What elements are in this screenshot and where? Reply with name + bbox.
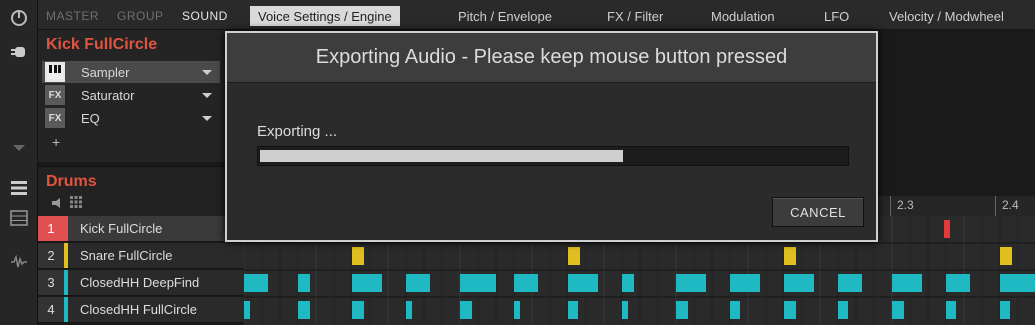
note	[568, 301, 578, 319]
sound-row[interactable]: 3 ClosedHH DeepFind	[38, 270, 244, 296]
note	[892, 301, 904, 319]
note	[676, 301, 688, 319]
note	[298, 301, 310, 319]
fx-icon: FX	[45, 85, 65, 105]
ruler-marker: 2.4	[995, 196, 1019, 216]
sound-row-name: Snare FullCircle	[80, 248, 173, 263]
chevron-down-icon[interactable]	[202, 115, 212, 121]
group-header: Drums	[38, 166, 244, 216]
keyboard-icon	[45, 62, 65, 82]
tab-master[interactable]: MASTER	[46, 9, 99, 23]
slot-saturator[interactable]: FX Saturator	[42, 84, 220, 106]
progress-bar	[257, 146, 849, 166]
note	[460, 301, 472, 319]
note	[406, 274, 430, 292]
tab-velocity-modwheel[interactable]: Velocity / Modwheel	[889, 9, 1004, 24]
note	[784, 247, 796, 265]
tab-lfo[interactable]: LFO	[824, 9, 849, 24]
export-dialog: Exporting Audio - Please keep mouse butt…	[225, 31, 878, 242]
sound-row-name: ClosedHH FullCircle	[80, 302, 198, 317]
tab-sound[interactable]: SOUND	[182, 9, 228, 23]
note	[460, 274, 496, 292]
chevron-down-icon[interactable]	[202, 92, 212, 98]
note	[838, 274, 862, 292]
note	[730, 301, 740, 319]
tab-pitch-envelope[interactable]: Pitch / Envelope	[458, 9, 552, 24]
sound-row[interactable]: 4 ClosedHH FullCircle	[38, 297, 244, 323]
note	[784, 274, 814, 292]
note	[622, 274, 634, 292]
sound-number: 3	[38, 270, 64, 295]
note	[1000, 301, 1010, 319]
slot-label: Sampler	[81, 64, 130, 80]
list-view-icon[interactable]	[8, 178, 30, 198]
note	[622, 301, 628, 319]
slot-label: Saturator	[81, 87, 135, 103]
add-slot-button[interactable]: +	[52, 134, 60, 150]
note	[838, 301, 848, 319]
grid-icon[interactable]	[70, 196, 82, 211]
note	[946, 274, 970, 292]
note	[946, 301, 956, 319]
note	[406, 301, 412, 319]
note	[352, 247, 364, 265]
sound-name[interactable]: Kick FullCircle	[46, 36, 157, 54]
note	[944, 220, 950, 238]
color-bar	[64, 297, 68, 322]
dialog-title: Exporting Audio - Please keep mouse butt…	[227, 33, 876, 83]
sound-number: 2	[38, 243, 64, 268]
note	[676, 274, 706, 292]
sound-panel: Kick FullCircle Sampler FX Saturator FX …	[38, 30, 230, 162]
chevron-down-icon[interactable]	[202, 69, 212, 75]
sound-row[interactable]: 2 Snare FullCircle	[38, 243, 244, 269]
sound-row-name: ClosedHH DeepFind	[80, 275, 200, 290]
progress-fill	[260, 150, 623, 162]
export-status: Exporting ...	[257, 123, 338, 140]
slot-eq[interactable]: FX EQ	[42, 107, 220, 129]
tab-group[interactable]: GROUP	[117, 9, 164, 23]
plugin-icon[interactable]	[8, 42, 30, 62]
slot-sampler[interactable]: Sampler	[42, 61, 220, 83]
speaker-icon[interactable]	[52, 197, 64, 211]
note	[514, 301, 520, 319]
note	[892, 274, 922, 292]
left-toolbar	[0, 0, 38, 325]
note	[352, 301, 364, 319]
note	[1000, 247, 1012, 265]
header-bar: MASTER GROUP SOUND Voice Settings / Engi…	[38, 0, 1035, 30]
fx-icon: FX	[45, 108, 65, 128]
tab-modulation[interactable]: Modulation	[711, 9, 775, 24]
note	[298, 274, 310, 292]
tab-voice-settings[interactable]: Voice Settings / Engine	[250, 6, 400, 26]
color-bar	[64, 216, 68, 241]
pattern-view-icon[interactable]	[8, 208, 30, 228]
note	[514, 274, 538, 292]
note	[244, 301, 250, 319]
note	[730, 274, 760, 292]
color-bar	[64, 270, 68, 295]
master-knob-icon[interactable]	[8, 8, 30, 28]
group-name[interactable]: Drums	[46, 173, 97, 191]
note	[1000, 274, 1035, 292]
tab-fx-filter[interactable]: FX / Filter	[607, 9, 663, 24]
note	[568, 274, 598, 292]
sound-row[interactable]: 1 Kick FullCircle	[38, 216, 244, 242]
waveform-icon[interactable]	[8, 252, 30, 272]
ruler-marker: 2.3	[890, 196, 914, 216]
sound-number: 1	[38, 216, 64, 241]
cancel-button[interactable]: CANCEL	[772, 197, 864, 227]
color-bar	[64, 243, 68, 268]
note	[244, 274, 268, 292]
sound-number: 4	[38, 297, 64, 322]
sound-row-name: Kick FullCircle	[80, 221, 163, 236]
note	[352, 274, 382, 292]
slot-label: EQ	[81, 110, 100, 126]
collapse-icon[interactable]	[8, 138, 30, 158]
note	[784, 301, 796, 319]
note	[568, 247, 580, 265]
